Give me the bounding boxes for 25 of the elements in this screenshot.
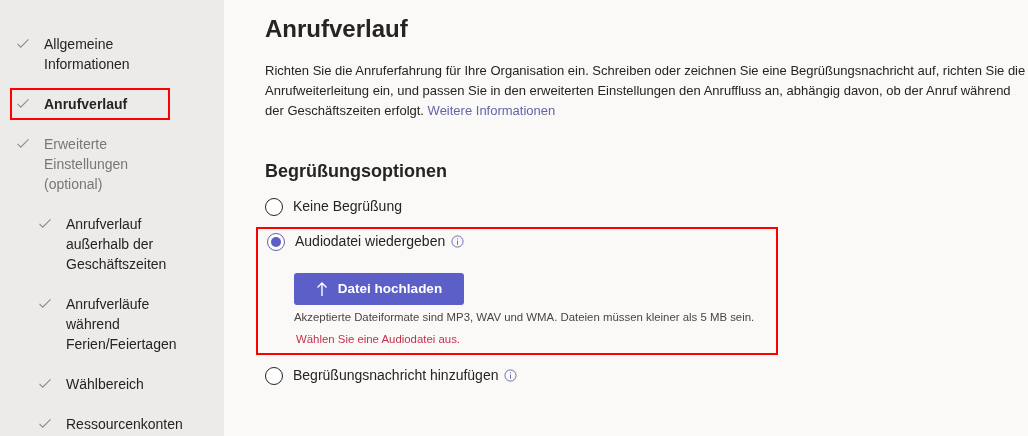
arrow-up-icon [315, 281, 328, 297]
info-icon[interactable] [451, 235, 465, 248]
radio-button[interactable] [265, 197, 283, 216]
page-title: Anrufverlauf [265, 14, 408, 44]
option-label: Audiodatei wiedergeben [295, 232, 446, 251]
check-icon [16, 38, 30, 49]
radio-button[interactable] [267, 232, 285, 251]
description: Richten Sie die Anruferfahrung für Ihre Organisation ein. Schreiben oder zeichnen Sie eine Begrüßungsnachricht auf, richten Sie die Anrufweiterleitung ein, und passen Sie in den erweiterten Einstellungen den Anruffluss an, abhängig davon, ob der Anruf während der Geschäftszeiten erfolgt. Weitere Informationen [265, 62, 1027, 120]
info-icon[interactable] [504, 369, 518, 382]
file-format-hint: Akzeptierte Dateiformate sind MP3, WAV und WMA. Dateien müssen kleiner als 5 MB sein. [294, 310, 756, 325]
check-icon [38, 378, 52, 389]
check-icon [16, 138, 30, 149]
option-label: Begrüßungsnachricht hinzufügen [293, 366, 499, 385]
option-label: Keine Begrüßung [293, 197, 402, 216]
check-icon [16, 98, 30, 109]
nav-item[interactable]: Anrufverlauf [10, 88, 170, 120]
check-icon [38, 418, 52, 429]
error-message: Wählen Sie eine Audiodatei aus. [295, 332, 461, 347]
check-icon [38, 218, 52, 229]
more-info-link[interactable]: Weitere Informationen [427, 103, 556, 118]
nav-item[interactable]: Allgemeine Informationen [10, 28, 170, 80]
upload-button[interactable]: Datei hochladen [294, 273, 464, 305]
section-heading: Begrüßungsoptionen [265, 160, 447, 183]
radio-button[interactable] [265, 366, 283, 385]
check-icon [38, 298, 52, 309]
